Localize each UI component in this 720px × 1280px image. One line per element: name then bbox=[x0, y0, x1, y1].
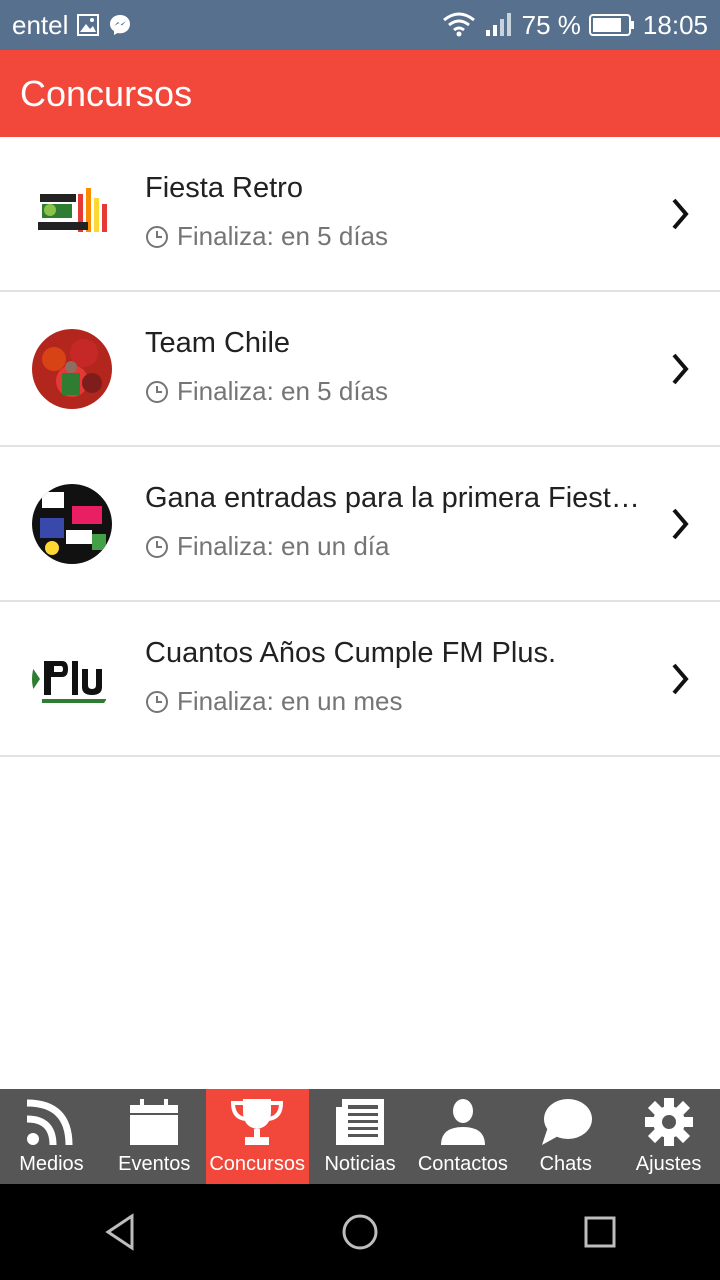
contest-avatar bbox=[32, 639, 112, 719]
clock-icon bbox=[146, 535, 168, 558]
tab-label: Medios bbox=[19, 1153, 84, 1175]
messenger-icon bbox=[110, 15, 131, 35]
bottom-nav: Medios Eventos Concursos Noticias Contac… bbox=[0, 1089, 720, 1184]
chevron-right-icon bbox=[672, 198, 689, 230]
list-item[interactable]: Cuantos Años Cumple FM Plus. Finaliza: e… bbox=[0, 602, 720, 757]
list-item[interactable]: Gana entradas para la primera Fiesta… Fi… bbox=[0, 447, 720, 602]
tab-label: Concursos bbox=[209, 1153, 305, 1175]
page-title: Concursos bbox=[20, 72, 193, 114]
wifi-icon bbox=[442, 12, 475, 37]
list-item[interactable]: Team Chile Finaliza: en 5 días bbox=[0, 292, 720, 447]
chat-bubble-icon bbox=[541, 1099, 592, 1145]
contest-deadline: Finaliza: en un mes bbox=[145, 686, 402, 717]
chevron-right-icon bbox=[672, 508, 689, 540]
list-item[interactable]: Fiesta Retro Finaliza: en 5 días bbox=[0, 137, 720, 292]
contest-title: Fiesta Retro bbox=[145, 172, 303, 204]
carrier-label: entel bbox=[12, 9, 69, 40]
tab-eventos[interactable]: Eventos bbox=[103, 1089, 206, 1184]
tab-label: Contactos bbox=[417, 1153, 508, 1175]
recents-icon[interactable] bbox=[580, 1212, 620, 1252]
back-icon[interactable] bbox=[100, 1212, 140, 1252]
tab-label: Chats bbox=[539, 1153, 592, 1175]
image-icon bbox=[77, 14, 100, 36]
status-bar: entel 75 % 18:05 bbox=[0, 0, 720, 50]
trophy-icon bbox=[231, 1099, 284, 1145]
home-icon[interactable] bbox=[340, 1212, 380, 1252]
contest-deadline: Finaliza: en un día bbox=[145, 531, 389, 562]
clock: 18:05 bbox=[642, 9, 708, 40]
deadline-text: Finaliza: en un día bbox=[177, 531, 390, 561]
calendar-icon bbox=[130, 1099, 179, 1145]
gear-icon bbox=[644, 1098, 693, 1146]
tab-medios[interactable]: Medios bbox=[0, 1089, 103, 1184]
system-nav-bar bbox=[0, 1184, 720, 1280]
contest-title: Gana entradas para la primera Fiesta… bbox=[145, 482, 655, 514]
contest-avatar bbox=[32, 174, 112, 254]
deadline-text: Finaliza: en 5 días bbox=[177, 221, 389, 251]
contest-deadline: Finaliza: en 5 días bbox=[145, 376, 388, 407]
contest-title: Team Chile bbox=[145, 327, 291, 359]
contest-avatar bbox=[32, 484, 112, 564]
tab-label: Eventos bbox=[118, 1153, 191, 1175]
battery-icon bbox=[588, 14, 634, 36]
contest-list: Fiesta Retro Finaliza: en 5 días Team Ch… bbox=[0, 137, 720, 757]
newspaper-icon bbox=[336, 1099, 384, 1145]
tab-contactos[interactable]: Contactos bbox=[411, 1089, 514, 1184]
person-icon bbox=[440, 1099, 485, 1145]
tab-chats[interactable]: Chats bbox=[514, 1089, 617, 1184]
deadline-text: Finaliza: en un mes bbox=[177, 686, 403, 716]
tab-label: Ajustes bbox=[635, 1153, 702, 1175]
tab-noticias[interactable]: Noticias bbox=[309, 1089, 412, 1184]
tab-ajustes[interactable]: Ajustes bbox=[617, 1089, 720, 1184]
contest-avatar bbox=[32, 329, 112, 409]
chevron-right-icon bbox=[672, 663, 689, 695]
clock-icon bbox=[146, 690, 168, 713]
tab-concursos[interactable]: Concursos bbox=[205, 1089, 309, 1184]
contest-title: Cuantos Años Cumple FM Plus. bbox=[145, 637, 557, 669]
chevron-right-icon bbox=[672, 353, 689, 385]
contest-deadline: Finaliza: en 5 días bbox=[145, 221, 388, 252]
tab-label: Noticias bbox=[324, 1153, 396, 1175]
clock-icon bbox=[146, 225, 168, 248]
clock-icon bbox=[146, 380, 168, 403]
rss-icon bbox=[27, 1099, 73, 1146]
battery-percent: 75 % bbox=[521, 9, 581, 40]
signal-icon bbox=[485, 13, 511, 36]
deadline-text: Finaliza: en 5 días bbox=[177, 376, 389, 406]
app-bar: Concursos bbox=[0, 50, 720, 137]
